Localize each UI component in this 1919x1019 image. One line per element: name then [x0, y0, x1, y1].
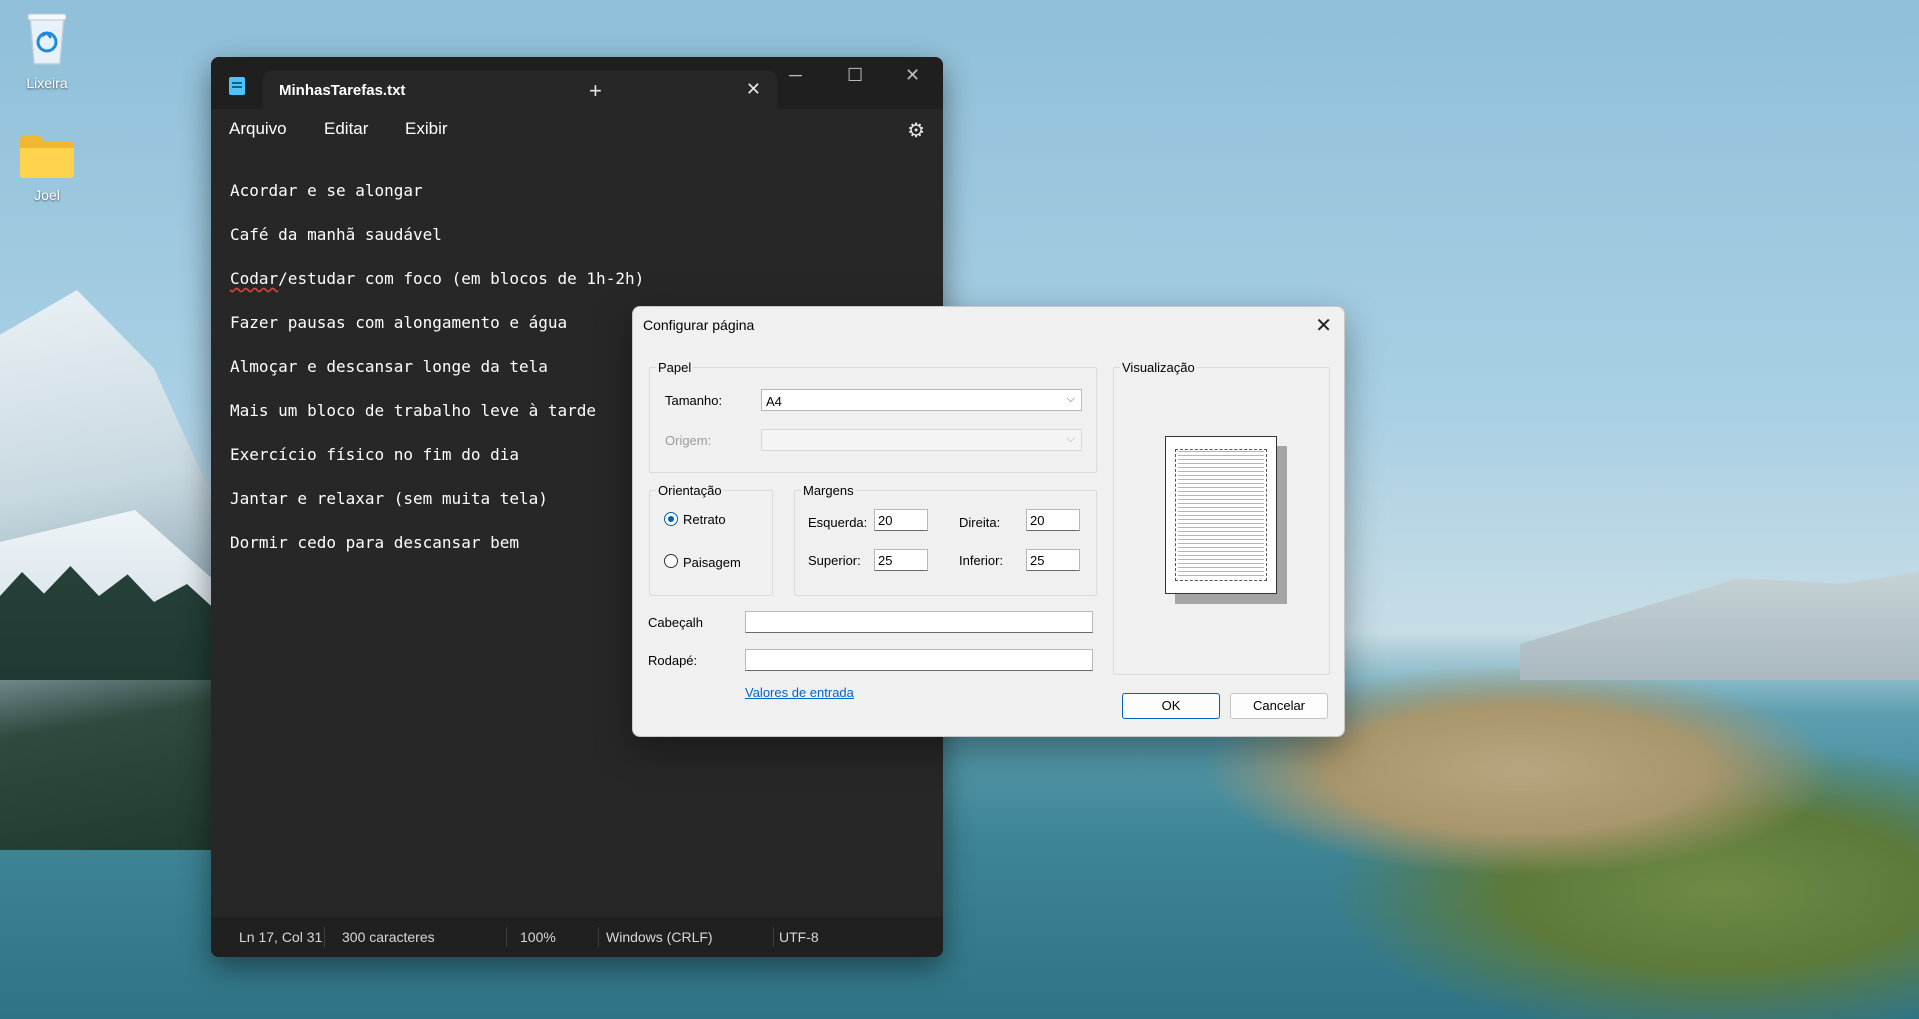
chevron-down-icon: ⌵	[1066, 433, 1075, 445]
menu-exibir[interactable]: Exibir	[405, 119, 448, 139]
chevron-down-icon: ⌵	[1066, 393, 1075, 405]
status-zoom: 100%	[520, 929, 556, 945]
status-char-count: 300 caracteres	[342, 929, 435, 945]
margin-top-label: Superior:	[808, 553, 861, 568]
paper-size-value: A4	[766, 394, 782, 409]
orientation-group-label: Orientação	[656, 483, 724, 498]
tab-title: MinhasTarefas.txt	[279, 82, 406, 99]
text-line: Almoçar e descansar longe da tela	[230, 357, 548, 376]
landscape-radio[interactable]	[664, 554, 678, 568]
paper-size-select[interactable]: A4 ⌵	[761, 389, 1082, 411]
preview-text-lines	[1178, 451, 1264, 579]
preview-group-label: Visualização	[1120, 360, 1197, 375]
footer-label: Rodapé:	[648, 653, 698, 668]
misspelled-word: Codar	[230, 269, 279, 288]
text-line: Mais um bloco de trabalho leve à tarde	[230, 401, 597, 420]
landscape-label[interactable]: Paisagem	[683, 555, 741, 570]
text-line: Café da manhã saudável	[230, 225, 442, 244]
orientation-group: Orientação	[649, 483, 773, 596]
portrait-radio[interactable]	[664, 512, 678, 526]
background-mountain-right	[1520, 572, 1919, 680]
status-separator	[506, 927, 507, 947]
close-window-icon[interactable]: ✕	[905, 65, 920, 86]
paper-group: Papel	[649, 360, 1097, 473]
margin-left-input[interactable]: 20	[874, 509, 928, 531]
maximize-icon[interactable]: ☐	[847, 65, 863, 86]
footer-input[interactable]	[745, 649, 1093, 671]
text-line: Dormir cedo para descansar bem	[230, 533, 519, 552]
text-line: Exercício físico no fim do dia	[230, 445, 519, 464]
ok-button[interactable]: OK	[1122, 693, 1220, 719]
desktop-icon-recycle-bin[interactable]: Lixeira	[7, 8, 87, 91]
notepad-app-icon	[229, 77, 245, 95]
margin-left-label: Esquerda:	[808, 515, 868, 530]
portrait-label[interactable]: Retrato	[683, 512, 726, 527]
status-separator	[324, 927, 325, 947]
preview-page	[1165, 436, 1277, 594]
text-line-rest: /estudar com foco (em blocos de 1h-2h)	[278, 269, 645, 288]
status-encoding: UTF-8	[779, 929, 819, 945]
dialog-title: Configurar página	[643, 317, 755, 333]
text-line: Jantar e relaxar (sem muita tela)	[230, 489, 548, 508]
page-setup-dialog: Configurar página ✕ Papel Tamanho: A4 ⌵ …	[632, 306, 1345, 737]
text-line: Codar/estudar com foco (em blocos de 1h-…	[230, 269, 644, 288]
dialog-close-icon[interactable]: ✕	[1315, 313, 1332, 338]
new-tab-icon[interactable]: +	[589, 78, 602, 104]
title-bar[interactable]: MinhasTarefas.txt ✕ + ─ ☐ ✕	[211, 57, 943, 109]
margins-group: Margens	[794, 483, 1097, 596]
margin-right-input[interactable]: 20	[1026, 509, 1080, 531]
minimize-icon[interactable]: ─	[789, 65, 802, 86]
desktop-icon-label: Lixeira	[26, 75, 68, 91]
tab-close-icon[interactable]: ✕	[746, 79, 761, 100]
header-label: Cabeçalh	[648, 615, 703, 630]
menu-editar[interactable]: Editar	[324, 119, 368, 139]
status-separator	[773, 927, 774, 947]
tab-document[interactable]: MinhasTarefas.txt ✕	[263, 71, 777, 109]
status-bar: Ln 17, Col 31 300 caracteres 100% Window…	[211, 917, 943, 957]
margin-left-value: 20	[878, 513, 893, 528]
recycle-bin-icon	[7, 8, 87, 71]
menu-bar: Arquivo Editar Exibir ⚙	[211, 109, 943, 149]
paper-source-label: Origem:	[665, 433, 712, 448]
status-cursor-position: Ln 17, Col 31	[239, 929, 323, 945]
margin-top-value: 25	[878, 553, 893, 568]
paper-group-label: Papel	[656, 360, 694, 375]
margin-bottom-input[interactable]: 25	[1026, 549, 1080, 571]
paper-source-select[interactable]: ⌵	[761, 429, 1082, 451]
cancel-button[interactable]: Cancelar	[1230, 693, 1328, 719]
text-line: Acordar e se alongar	[230, 181, 423, 200]
margin-right-label: Direita:	[959, 515, 1001, 530]
settings-gear-icon[interactable]: ⚙	[907, 118, 925, 143]
status-line-ending: Windows (CRLF)	[606, 929, 713, 945]
paper-size-label: Tamanho:	[665, 393, 723, 408]
text-line: Fazer pausas com alongamento e água	[230, 313, 568, 332]
margin-right-value: 20	[1030, 513, 1045, 528]
margin-bottom-label: Inferior:	[959, 553, 1004, 568]
folder-icon	[7, 134, 87, 183]
default-values-link[interactable]: Valores de entrada	[745, 685, 854, 700]
header-input[interactable]	[745, 611, 1093, 633]
status-separator	[598, 927, 599, 947]
margin-top-input[interactable]: 25	[874, 549, 928, 571]
desktop-icon-label: Joel	[34, 187, 60, 203]
margin-bottom-value: 25	[1030, 553, 1045, 568]
desktop-icon-folder[interactable]: Joel	[7, 134, 87, 203]
menu-arquivo[interactable]: Arquivo	[229, 119, 287, 139]
margins-group-label: Margens	[801, 483, 856, 498]
